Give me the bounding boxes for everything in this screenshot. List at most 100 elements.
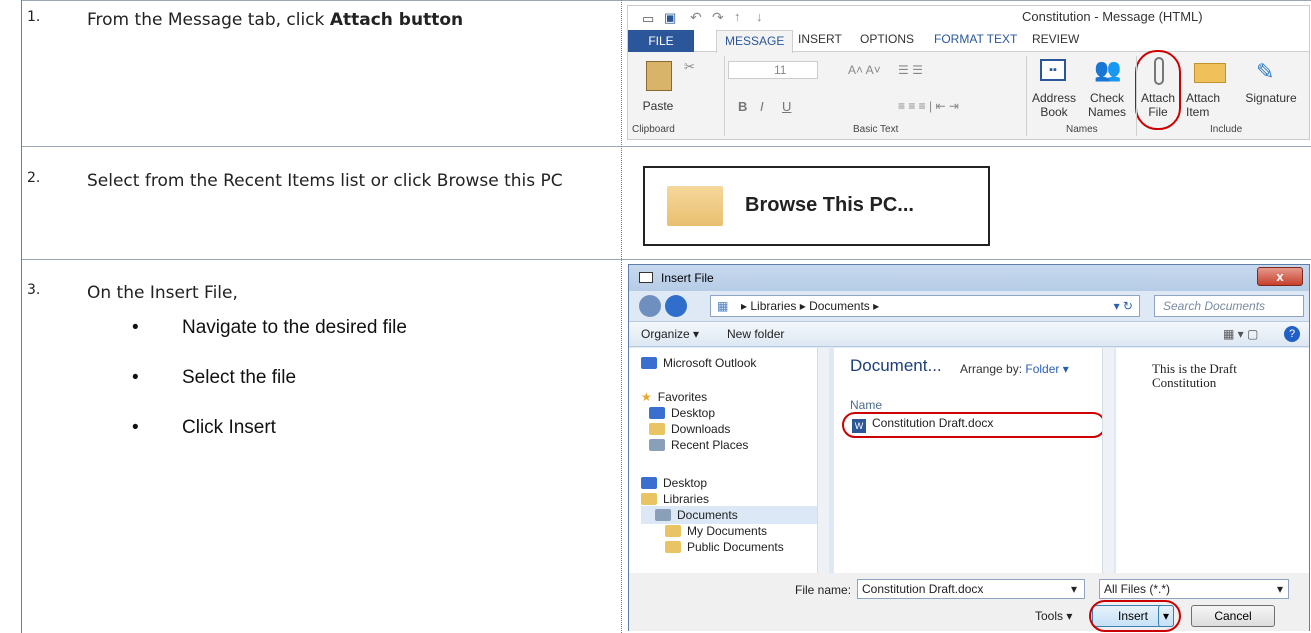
nav-label: Desktop [671,406,716,420]
libraries-folder-icon: ▦ [717,299,729,313]
file-name-label: File name: [795,583,852,597]
search-input[interactable]: Search Documents [1154,295,1304,317]
table-border-top [21,0,1311,1]
view-options-icon[interactable]: ▦ ▾ ▢ [1223,327,1258,341]
forward-button[interactable] [665,295,687,317]
check-names-label[interactable]: Check Names [1084,91,1130,119]
cancel-button[interactable]: Cancel [1191,605,1275,627]
address-book-label[interactable]: Address Book [1030,91,1078,119]
dialog-close-button[interactable]: x [1257,267,1303,286]
bullets-icon[interactable]: ☰ ☰ [898,63,923,77]
ribbon-tabs: FILE MESSAGE INSERT OPTIONS FORMAT TEXT … [628,30,1309,53]
nav-favorites[interactable]: ★ Favorites [641,390,707,404]
row-divider-2 [21,259,1311,260]
browse-this-pc-link[interactable]: Browse This PC... [745,194,914,217]
breadcrumb[interactable]: ▦ ▸ Libraries ▸ Documents ▸ ▾ ↻ [710,295,1140,317]
underline-icon[interactable]: U [782,99,791,114]
group-include: Include [1210,124,1243,135]
file-name-dropdown-icon[interactable]: ▾ [1071,582,1077,596]
breadcrumb-documents[interactable]: Documents [809,299,870,313]
insert-highlight [1089,600,1181,632]
font-name-dropdown[interactable] [728,61,818,79]
cut-icon[interactable]: ✂ [684,59,695,75]
nav-recent-places[interactable]: Recent Places [649,438,748,452]
arrange-value[interactable]: Folder [1025,362,1059,376]
breadcrumb-libraries[interactable]: Libraries [750,299,796,313]
tools-button[interactable]: Tools ▾ [1035,609,1072,623]
step-number-2: 2. [27,170,41,186]
file-type-select[interactable]: All Files (*.*) [1099,579,1289,599]
window-title: Constitution - Message (HTML) [1022,9,1203,24]
address-book-icon[interactable]: ▪▪ [1040,59,1066,81]
envelope-icon[interactable] [1194,63,1226,83]
attach-item-label[interactable]: Attach Item [1186,91,1232,119]
nav-libraries[interactable]: Libraries [641,492,709,506]
insert-file-dialog: Insert File x ▦ ▸ Libraries ▸ Documents … [628,264,1310,632]
nav-label: Downloads [671,422,731,436]
dialog-titlebar: Insert File x [629,265,1309,291]
attach-file-highlight [1135,50,1181,130]
arrange-by[interactable]: Arrange by: Folder ▾ [960,362,1069,376]
nav-public-documents[interactable]: Public Documents [665,540,784,554]
tab-file[interactable]: FILE [628,30,694,52]
signature-icon[interactable]: ✎ [1256,59,1274,85]
signature-label[interactable]: Signature [1240,91,1302,105]
dialog-footer: File name: Constitution Draft.docx ▾ All… [629,573,1309,632]
nav-microsoft-outlook[interactable]: Microsoft Outlook [641,356,756,370]
nav-downloads[interactable]: Downloads [649,422,730,436]
group-basic-text: Basic Text [853,124,899,135]
list-scrollbar[interactable] [1102,348,1114,573]
new-folder-button[interactable]: New folder [727,327,784,341]
ribbon-body: Paste ✂ 11 B I U A˄ A˅ ☰ ☰ ≡ ≡ ≡ | ⇤ ⇥ ▪… [628,50,1309,130]
italic-icon[interactable]: I [760,99,764,114]
dialog-window-icon [639,272,653,283]
refresh-icon[interactable]: ▾ ↻ [1114,296,1133,316]
help-icon[interactable]: ? [1284,326,1300,342]
preview-text: This is the Draft Constitution [1152,361,1237,390]
column-name-header[interactable]: Name [850,398,882,412]
nav-desktop[interactable]: Desktop [649,406,715,420]
organize-button[interactable]: Organize ▾ [641,327,699,341]
group-names: Names [1066,124,1098,135]
tab-message[interactable]: MESSAGE [716,30,794,53]
arrow-up-icon[interactable]: ↑ [734,9,741,24]
back-button[interactable] [639,295,661,317]
clipboard-paste-icon[interactable] [646,61,672,91]
group-separator [1136,56,1137,136]
quick-access-bar: ▭ ▣ ↶ ↷ ↑ ↓ Constitution - Message (HTML… [628,6,1309,30]
align-icon[interactable]: ≡ ≡ ≡ | ⇤ ⇥ [898,99,959,113]
file-type-dropdown-icon[interactable]: ▾ [1277,582,1283,596]
tab-format-text[interactable]: FORMAT TEXT [934,32,1017,46]
nav-documents[interactable]: Documents [655,508,738,522]
tab-options[interactable]: OPTIONS [860,32,914,46]
undo-icon[interactable]: ↶ [690,9,702,26]
file-highlight [842,412,1106,438]
folder-icon[interactable] [667,186,723,226]
list-header: Document... [850,356,942,375]
step-3-bullets: Navigate to the desired file Select the … [130,316,407,466]
check-names-icon[interactable]: 👥 [1094,57,1121,83]
font-size-value[interactable]: 11 [774,63,786,77]
tab-insert[interactable]: INSERT [798,32,842,46]
bullet-item: Click Insert [130,416,407,466]
file-name-input[interactable]: Constitution Draft.docx [857,579,1085,599]
grow-font-icon[interactable]: A˄ A˅ [848,63,881,77]
nav-label: Microsoft Outlook [663,356,757,370]
redo-icon[interactable]: ↷ [712,9,724,26]
bold-icon[interactable]: B [738,99,747,114]
arrow-down-icon[interactable]: ↓ [756,9,763,24]
nav-desktop-root[interactable]: Desktop [641,476,707,490]
step-text-2: Select from the Recent Items list or cli… [87,171,563,191]
save-icon[interactable]: ▣ [664,10,676,26]
tab-review[interactable]: REVIEW [1032,32,1079,46]
tools-label: Tools [1035,609,1064,623]
group-clipboard: Clipboard [632,124,675,135]
nav-label: Recent Places [671,438,749,452]
nav-label: Documents [677,508,738,522]
browse-this-pc-panel: Browse This PC... [643,166,990,246]
dialog-toolbar: Organize ▾ New folder ▦ ▾ ▢ ? [629,321,1309,347]
nav-scrollbar[interactable] [817,348,829,573]
bullet-item: Select the file [130,366,407,416]
nav-my-documents[interactable]: My Documents [665,524,767,538]
paste-button-label[interactable]: Paste [638,99,678,113]
